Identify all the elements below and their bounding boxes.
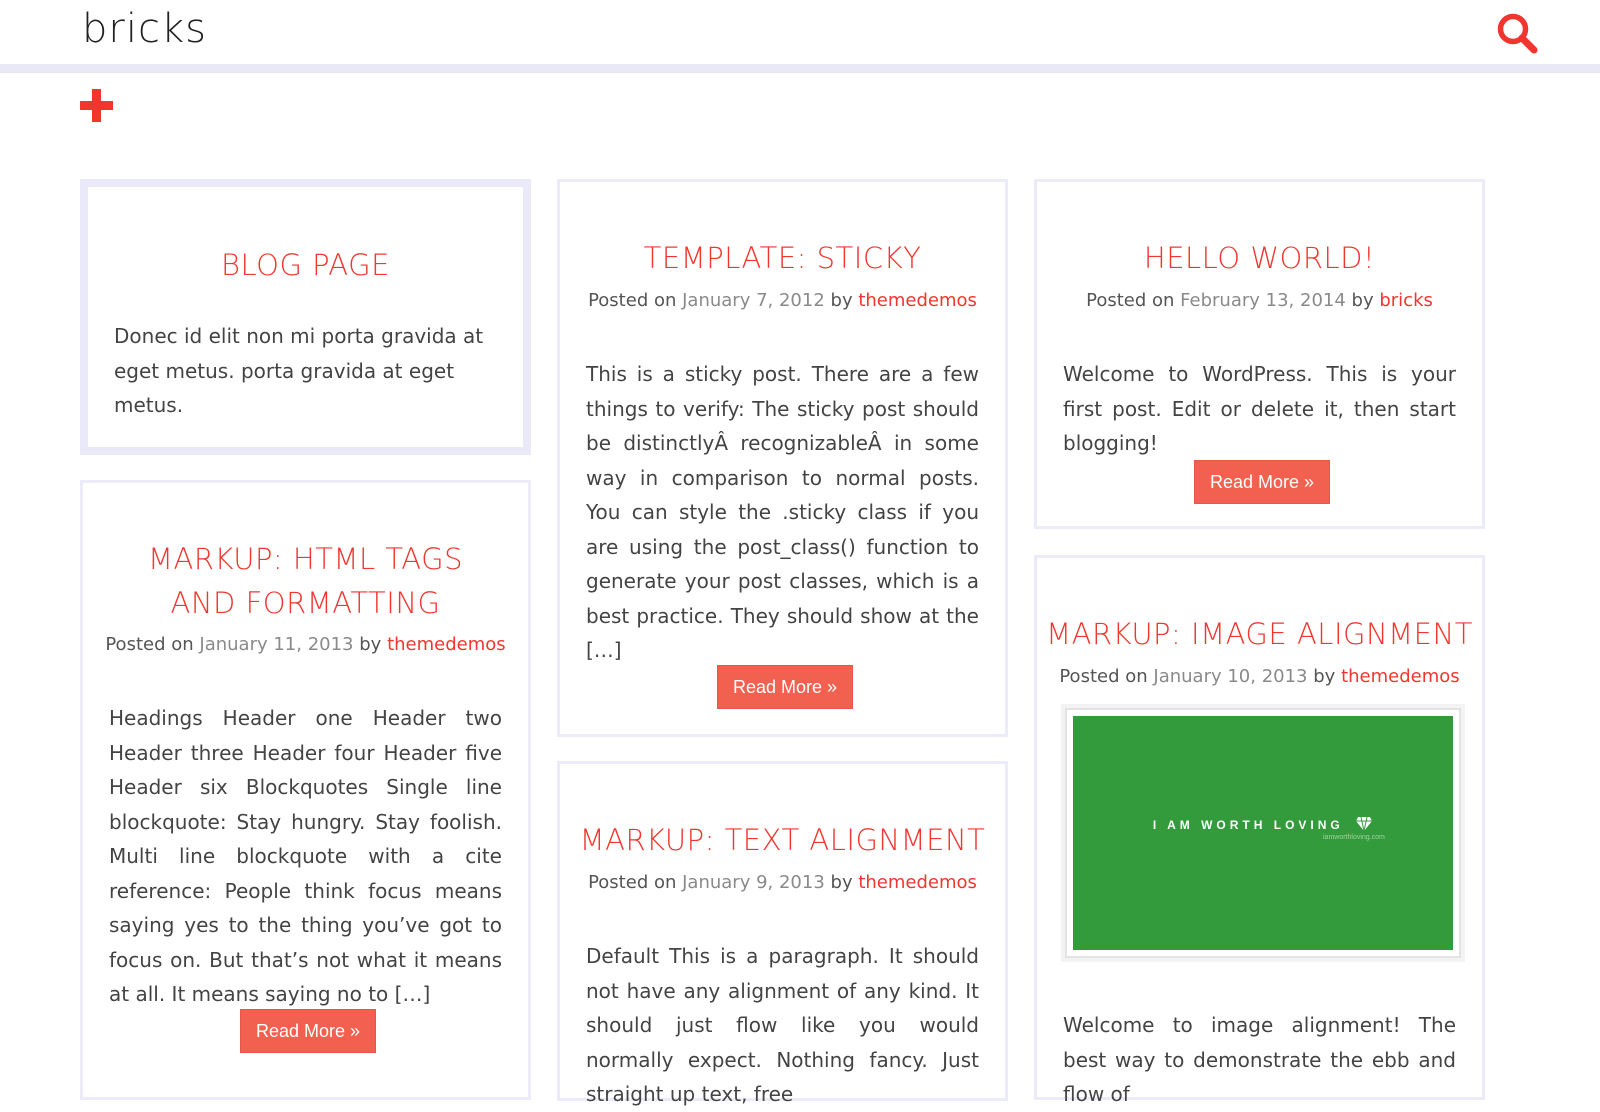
post-date[interactable]: January 10, 2013 <box>1153 666 1307 687</box>
post-date[interactable]: January 11, 2013 <box>199 634 353 655</box>
post-excerpt: Default This is a paragraph. It should n… <box>586 944 979 1106</box>
post-featured-image[interactable]: I AM WORTH LOVING iamworthloving.com <box>1065 708 1461 958</box>
post-meta: Posted on January 9, 2013 by themedemos <box>560 872 1005 893</box>
post-title[interactable]: TEMPLATE: STICKY <box>560 236 1005 280</box>
post-card-blog-page: BLOG PAGE Donec id elit non mi porta gra… <box>80 179 531 455</box>
post-title[interactable]: MARKUP: HTML TAGS AND FORMATTING <box>123 537 488 625</box>
post-excerpt: This is a sticky post. There are a few t… <box>586 362 979 662</box>
post-card-template-sticky: TEMPLATE: STICKY Posted on January 7, 20… <box>557 179 1008 737</box>
meta-prefix: Posted on <box>1086 290 1175 311</box>
meta-by: by <box>830 290 853 311</box>
post-author[interactable]: themedemos <box>387 634 506 655</box>
post-title[interactable]: MARKUP: IMAGE ALIGNMENT <box>1037 612 1482 656</box>
meta-prefix: Posted on <box>588 290 677 311</box>
meta-by: by <box>1351 290 1374 311</box>
post-card-text-alignment: MARKUP: TEXT ALIGNMENT Posted on January… <box>557 761 1008 1106</box>
post-meta: Posted on February 13, 2014 by bricks <box>1037 290 1482 311</box>
image-caption-text: I AM WORTH LOVING <box>1152 818 1344 832</box>
post-author[interactable]: themedemos <box>1341 666 1460 687</box>
image-canvas: I AM WORTH LOVING iamworthloving.com <box>1073 716 1453 950</box>
post-card-image-alignment: MARKUP: IMAGE ALIGNMENT Posted on Januar… <box>1034 555 1485 1106</box>
post-date[interactable]: January 7, 2012 <box>682 290 825 311</box>
post-excerpt: Welcome to WordPress. This is your first… <box>1063 362 1456 455</box>
meta-by: by <box>830 872 853 893</box>
site-header: bricks <box>0 0 1600 64</box>
meta-by: by <box>1313 666 1336 687</box>
post-date[interactable]: February 13, 2014 <box>1180 290 1346 311</box>
post-card-hello-world: HELLO WORLD! Posted on February 13, 2014… <box>1034 179 1485 529</box>
post-meta: Posted on January 7, 2012 by themedemos <box>560 290 1005 311</box>
post-date[interactable]: January 9, 2013 <box>682 872 825 893</box>
meta-prefix: Posted on <box>105 634 194 655</box>
post-meta: Posted on January 11, 2013 by themedemos <box>83 634 528 655</box>
post-meta: Posted on January 10, 2013 by themedemos <box>1037 666 1482 687</box>
post-title[interactable]: HELLO WORLD! <box>1037 236 1482 280</box>
post-excerpt: Headings Header one Header two Header th… <box>109 706 502 1006</box>
meta-prefix: Posted on <box>1059 666 1148 687</box>
read-more-button[interactable]: Read More » <box>1194 460 1330 504</box>
site-title[interactable]: bricks <box>82 6 207 52</box>
post-author[interactable]: bricks <box>1379 290 1433 311</box>
post-title[interactable]: MARKUP: TEXT ALIGNMENT <box>560 818 1005 862</box>
plus-icon[interactable] <box>80 89 114 123</box>
post-author[interactable]: themedemos <box>858 290 977 311</box>
image-caption: I AM WORTH LOVING <box>1073 816 1453 832</box>
read-more-button[interactable]: Read More » <box>717 665 853 709</box>
post-excerpt: Welcome to image alignment! The best way… <box>1063 1013 1456 1106</box>
meta-by: by <box>359 634 382 655</box>
post-excerpt: Donec id elit non mi porta gravida at eg… <box>114 324 484 417</box>
search-icon[interactable] <box>1496 12 1542 56</box>
image-subcaption: iamworthloving.com <box>1323 834 1385 841</box>
post-card-html-tags: MARKUP: HTML TAGS AND FORMATTING Posted … <box>80 480 531 1100</box>
post-title[interactable]: BLOG PAGE <box>88 243 523 287</box>
post-author[interactable]: themedemos <box>858 872 977 893</box>
header-divider <box>0 64 1600 73</box>
meta-prefix: Posted on <box>588 872 677 893</box>
diamond-icon <box>1356 816 1373 832</box>
read-more-button[interactable]: Read More » <box>240 1009 376 1053</box>
